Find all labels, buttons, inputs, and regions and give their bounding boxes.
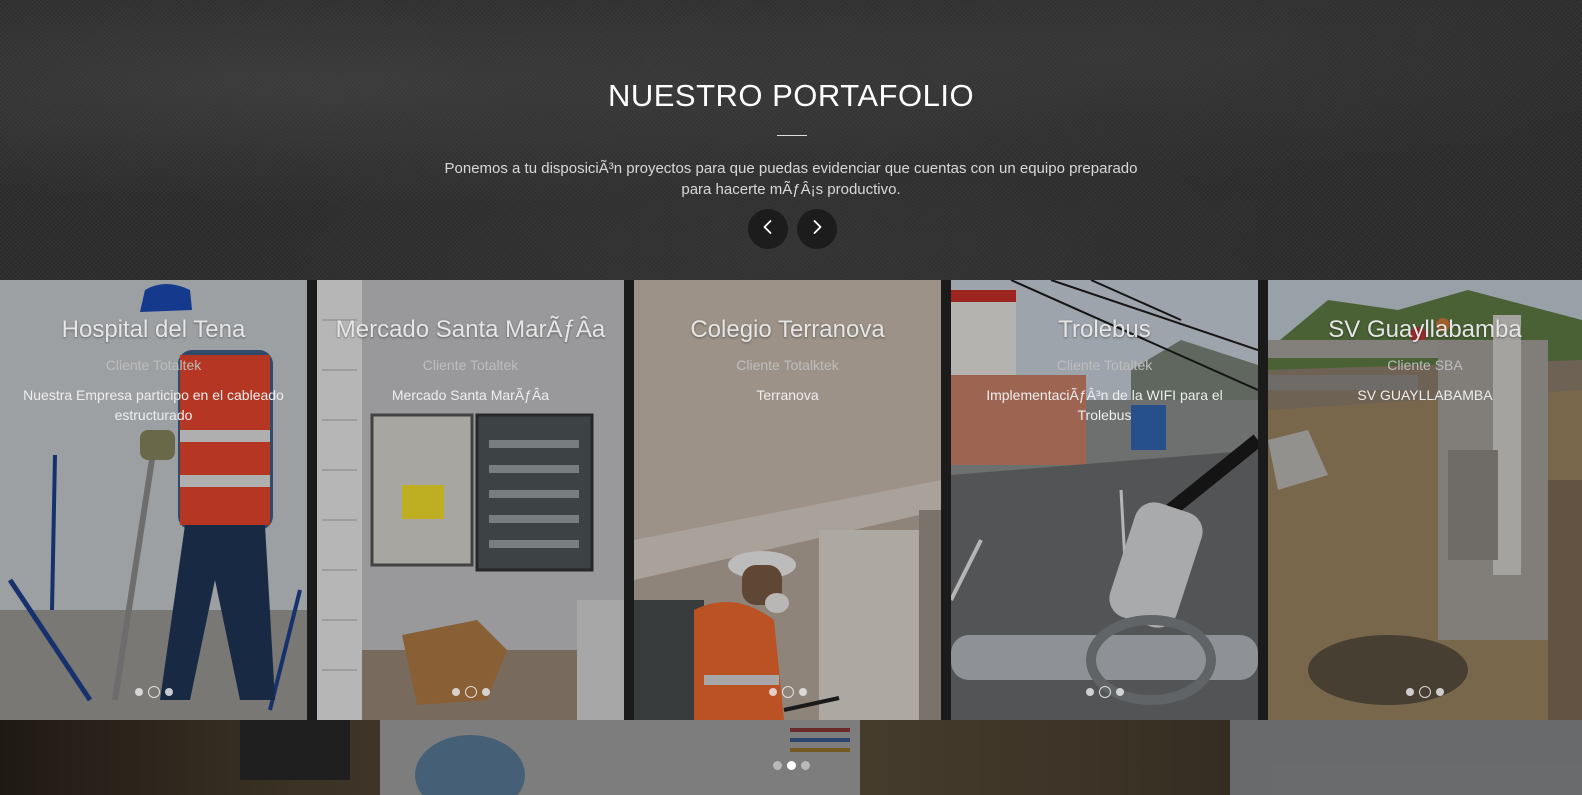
card-dots [634,686,941,698]
card-dot-active[interactable] [1098,686,1111,698]
card-dots [951,686,1258,698]
portfolio-card-trolebus[interactable]: Trolebus Cliente Totaltek ImplementaciÃƒ… [951,280,1258,720]
card-dot[interactable] [1085,688,1094,696]
card-dot[interactable] [481,688,490,696]
chevron-right-icon [809,219,825,240]
section-pagination [0,761,1582,770]
card-dot[interactable] [164,688,173,696]
chevron-left-icon [760,219,776,240]
footer-shade [0,720,1582,795]
portfolio-header: NUESTRO PORTAFOLIO Ponemos a tu disposic… [0,0,1582,280]
card-dots [1268,686,1582,698]
card-client: Cliente Totaltek [422,357,519,373]
card-dots [317,686,624,698]
card-overlay [951,280,1258,720]
card-dot[interactable] [1406,688,1414,696]
card-overlay [0,280,307,720]
card-dot-active[interactable] [147,686,160,698]
carousel-next-button[interactable] [797,209,837,249]
card-description: Mercado Santa MarÃƒÂa [391,387,550,403]
card-dot[interactable] [451,688,460,696]
title-divider [777,135,807,136]
next-section-background [0,720,1582,795]
section-title: NUESTRO PORTAFOLIO [607,78,975,113]
portfolio-carousel: Hospital del Tena Cliente Totaltek Nuest… [0,280,1582,720]
card-description: SV GUAYLLABAMBA [1357,387,1493,403]
card-dot[interactable] [134,688,143,696]
portfolio-card-mercado-santa-maria[interactable]: Mercado Santa MarÃƒÂa Cliente Totaltek M… [317,280,624,720]
card-dot-active[interactable] [464,686,477,698]
card-dot[interactable] [798,688,807,696]
portfolio-card-hospital-del-tena[interactable]: Hospital del Tena Cliente Totaltek Nuest… [0,280,307,720]
card-description: ImplementaciÃƒÂ³n de la WIFI para el Tro… [986,387,1223,423]
card-dot[interactable] [1115,688,1124,696]
card-dots [0,686,307,698]
pagination-dot-3[interactable] [800,761,810,770]
card-dot-active[interactable] [1419,686,1431,698]
card-dot-active[interactable] [781,686,794,698]
pagination-dot-1[interactable] [772,761,782,770]
card-title: Hospital del Tena [61,316,246,343]
portfolio-card-colegio-terranova[interactable]: Colegio Terranova Cliente Totalktek Terr… [634,280,941,720]
card-overlay [634,280,941,720]
card-client: Cliente Totalktek [736,357,839,373]
card-dot[interactable] [1436,688,1444,696]
card-client: Cliente Totaltek [1056,357,1153,373]
portfolio-card-sv-guayllabamba[interactable]: SV Guayllabamba Cliente SBA SV GUAYLLABA… [1268,280,1582,720]
card-client: Cliente SBA [1387,357,1463,373]
card-client: Cliente Totaltek [105,357,202,373]
card-title: Mercado Santa MarÃƒÂa [335,316,606,343]
card-description: Terranova [756,387,819,403]
card-title: Trolebus [1058,316,1151,343]
carousel-prev-button[interactable] [748,209,788,249]
card-description: Nuestra Empresa participo en el cableado… [23,387,284,423]
card-overlay [1268,280,1582,720]
card-dot[interactable] [768,688,777,696]
card-title: SV Guayllabamba [1328,316,1522,343]
card-title: Colegio Terranova [690,316,885,343]
section-subtitle: Ponemos a tu disposiciÃ³n proyectos para… [444,160,1138,198]
pagination-dot-2-active[interactable] [786,761,796,770]
card-overlay [317,280,624,720]
